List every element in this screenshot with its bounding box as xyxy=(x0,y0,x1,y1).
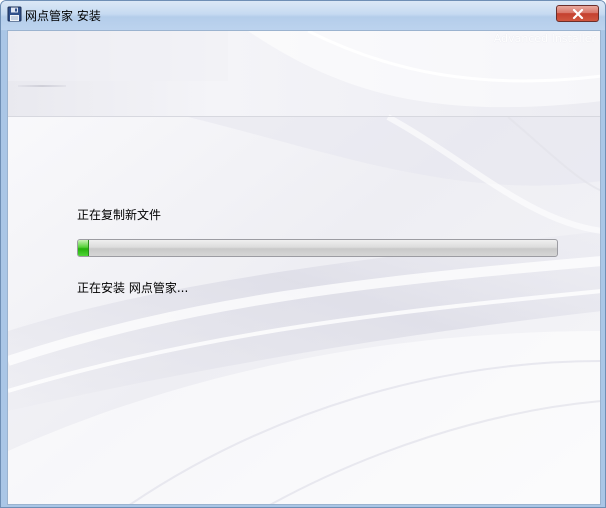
header-separator xyxy=(8,116,600,117)
background-swoosh xyxy=(8,31,600,504)
title-bar[interactable]: 网点管家 安装 xyxy=(1,1,605,30)
installer-disk-icon xyxy=(7,6,23,23)
close-icon xyxy=(572,9,584,19)
progress-fill xyxy=(78,240,89,256)
install-progress-bar xyxy=(77,239,558,257)
installer-window: 网点管家 安装 Advanced Installer 正在复制新文件 正在安装 … xyxy=(0,0,606,508)
close-button[interactable] xyxy=(556,5,599,22)
window-title: 网点管家 安装 xyxy=(25,9,101,23)
installer-client-area: Advanced Installer 正在复制新文件 正在安装 网点管家... xyxy=(7,30,601,505)
brand-watermark: Advanced Installer xyxy=(493,32,596,45)
detail-label: 正在安装 网点管家... xyxy=(77,281,189,295)
status-label: 正在复制新文件 xyxy=(77,208,162,222)
header-decoration xyxy=(18,85,66,87)
